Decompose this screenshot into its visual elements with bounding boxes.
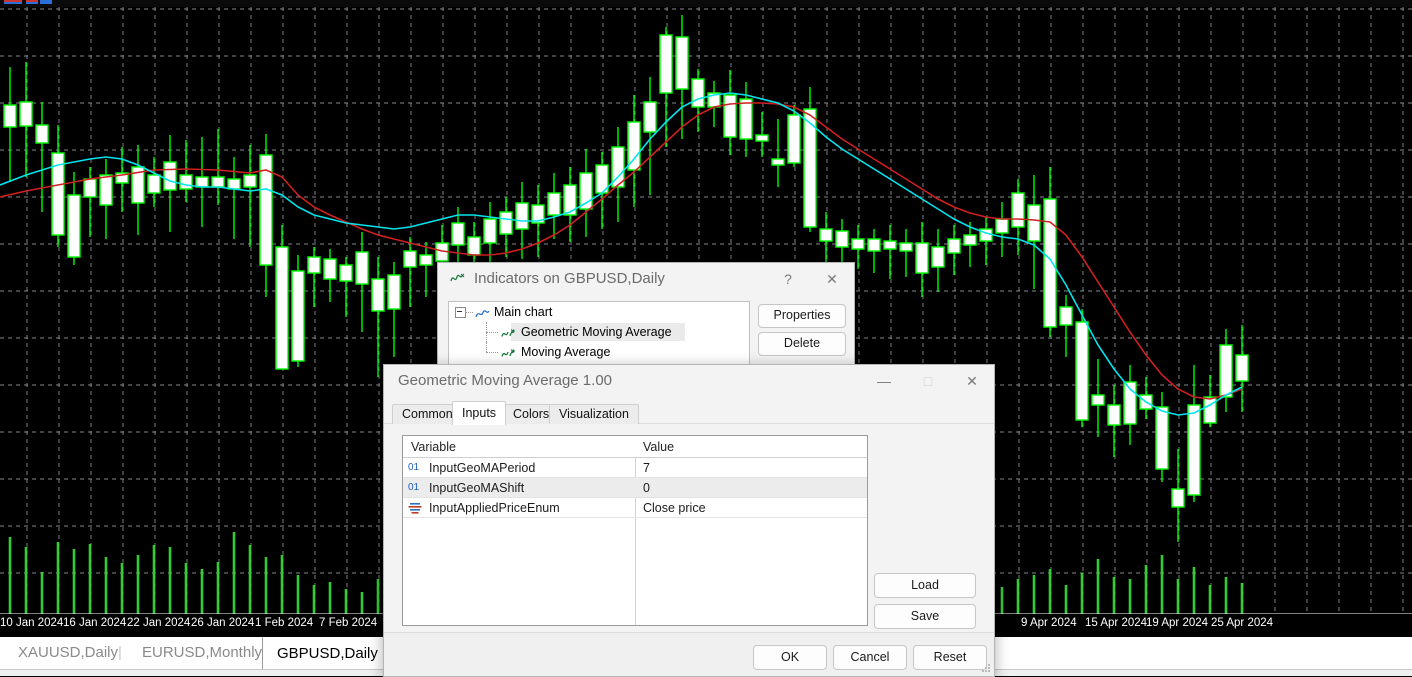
column-header-value: Value: [643, 440, 674, 454]
tree-item-label: Geometric Moving Average: [521, 322, 672, 342]
minimize-icon[interactable]: —: [862, 365, 906, 397]
tree-connector: [465, 312, 473, 313]
table-header-row: Variable Value: [403, 436, 867, 458]
column-header-variable: Variable: [411, 440, 456, 454]
row-variable: InputGeoMAShift: [429, 481, 524, 495]
indicator-wave-icon: [501, 326, 516, 338]
toolbar-icon-3[interactable]: [40, 0, 52, 5]
close-icon[interactable]: ✕: [950, 365, 994, 397]
time-label: 22 Jan 2024: [127, 617, 190, 629]
integer-type-icon: 01: [408, 481, 424, 495]
tree-item-geometric-moving-average[interactable]: Geometric Moving Average: [449, 322, 749, 342]
row-rule: [403, 517, 867, 518]
maximize-icon[interactable]: □: [906, 365, 950, 397]
chart-tab-xauusd[interactable]: XAUUSD,Daily: [4, 637, 132, 669]
help-button[interactable]: ?: [766, 263, 810, 295]
enum-type-icon: [408, 501, 424, 515]
indicator-wave-icon: [450, 272, 466, 286]
tree-item-label: Moving Average: [521, 342, 610, 362]
row-value[interactable]: Close price: [643, 501, 706, 515]
time-label: 16 Jan 2024: [63, 617, 126, 629]
indicators-dialog[interactable]: Indicators on GBPUSD,Daily ? ✕ Main char…: [437, 262, 855, 374]
time-label: 1 Feb 2024: [255, 617, 313, 629]
dialog-footer: OK Cancel Reset: [384, 632, 994, 676]
time-label: 25 Apr 2024: [1211, 617, 1273, 629]
tree-item-main-chart[interactable]: Main chart: [449, 302, 749, 322]
tree-item-label: Main chart: [494, 302, 552, 322]
load-button[interactable]: Load: [874, 573, 976, 598]
time-label: 19 Apr 2024: [1146, 617, 1208, 629]
time-label: 10 Jan 2024: [0, 617, 63, 629]
tab-visualization[interactable]: Visualization: [549, 404, 639, 424]
row-value[interactable]: 0: [643, 481, 650, 495]
toolbar-icon-1[interactable]: [4, 0, 22, 5]
table-row[interactable]: InputAppliedPriceEnum Close price: [403, 498, 867, 518]
row-variable: InputAppliedPriceEnum: [429, 501, 560, 515]
resize-grip[interactable]: [982, 664, 991, 673]
time-label: 7 Feb 2024: [319, 617, 377, 629]
delete-button[interactable]: Delete: [758, 332, 846, 356]
inputs-table[interactable]: Variable Value 01 InputGeoMAPeriod 7 01 …: [402, 435, 868, 626]
tree-connector: [486, 342, 487, 352]
integer-type-icon: 01: [408, 461, 424, 475]
row-value[interactable]: 7: [643, 461, 650, 475]
ok-button[interactable]: OK: [753, 645, 827, 670]
tab-separator: |: [118, 637, 122, 669]
row-variable: InputGeoMAPeriod: [429, 461, 535, 475]
save-button[interactable]: Save: [874, 604, 976, 629]
indicator-wave-icon: [501, 346, 516, 358]
main-chart-icon: [475, 306, 490, 318]
gma-titlebar[interactable]: Geometric Moving Average 1.00 — □ ✕: [384, 365, 994, 397]
time-label: 26 Jan 2024: [191, 617, 254, 629]
table-row[interactable]: 01 InputGeoMAPeriod 7: [403, 458, 867, 478]
reset-button[interactable]: Reset: [913, 645, 987, 670]
indicators-titlebar[interactable]: Indicators on GBPUSD,Daily ? ✕: [438, 263, 854, 295]
tree-connector: [486, 332, 498, 333]
cancel-button[interactable]: Cancel: [833, 645, 907, 670]
gma-title: Geometric Moving Average 1.00: [398, 365, 612, 397]
time-label: 15 Apr 2024: [1085, 617, 1147, 629]
tab-inputs[interactable]: Inputs: [452, 401, 506, 425]
toolbar-icon-2[interactable]: [26, 0, 38, 5]
tree-connector: [486, 352, 498, 353]
geometric-moving-average-dialog[interactable]: Geometric Moving Average 1.00 — □ ✕ Comm…: [383, 364, 995, 677]
properties-button[interactable]: Properties: [758, 304, 846, 328]
toolbar-sliver[interactable]: [0, 0, 1412, 7]
tree-item-moving-average[interactable]: Moving Average: [449, 342, 749, 362]
close-icon[interactable]: ✕: [810, 263, 854, 295]
chart-tab-eurusd[interactable]: EURUSD,Monthly: [128, 637, 276, 669]
indicators-tree[interactable]: Main chart Geometric Moving Average: [448, 301, 750, 369]
indicators-title: Indicators on GBPUSD,Daily: [474, 263, 665, 295]
chart-tab-gbpusd[interactable]: GBPUSD,Daily: [262, 637, 393, 670]
table-row[interactable]: 01 InputGeoMAShift 0: [403, 478, 867, 498]
time-label: 9 Apr 2024: [1021, 617, 1077, 629]
